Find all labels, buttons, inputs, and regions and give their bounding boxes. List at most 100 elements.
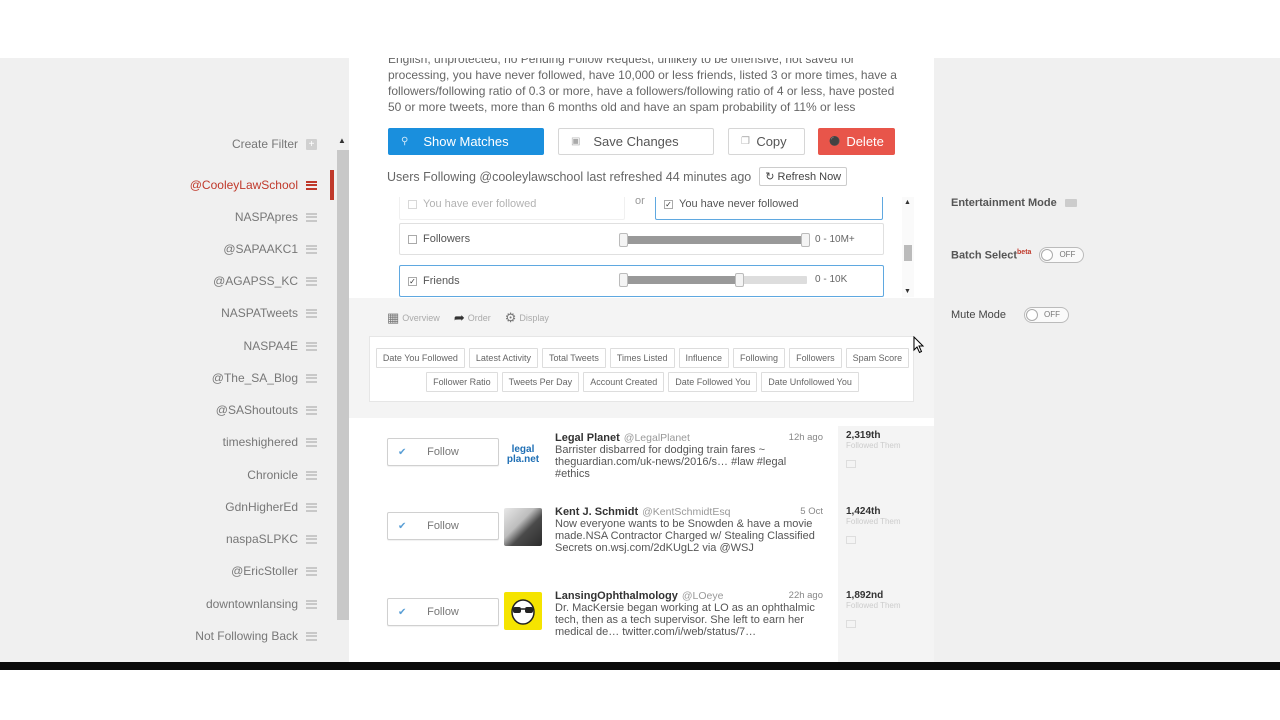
sort-account-created-button[interactable]: Account Created: [583, 372, 665, 392]
user-name[interactable]: Kent J. Schmidt: [555, 506, 638, 518]
follow-button[interactable]: ✔ Follow: [387, 598, 499, 626]
followers-slider[interactable]: [619, 233, 810, 247]
checkbox[interactable]: [408, 234, 417, 244]
sort-times-listed-button[interactable]: Times Listed: [609, 348, 675, 368]
slider-max-handle[interactable]: [801, 233, 810, 247]
menu-icon: [306, 502, 317, 512]
save-icon: ▣: [571, 136, 581, 147]
friends-slider[interactable]: [619, 273, 807, 287]
tab-overview[interactable]: ▦ Overview: [387, 310, 440, 326]
refresh-now-button[interactable]: ↻ Refresh Now: [759, 167, 848, 186]
user-handle[interactable]: @LegalPlanet: [624, 432, 690, 444]
sidebar-item-chronicle[interactable]: Chronicle: [247, 464, 317, 486]
sidebar-item-ericstoller[interactable]: @EricStoller: [231, 560, 317, 582]
sort-followers-button[interactable]: Followers: [789, 348, 842, 368]
filter-never-followed[interactable]: ✓ You have never followed: [655, 197, 883, 220]
tweet-text: Now everyone wants to be Snowden & have …: [555, 518, 815, 554]
sort-latest-activity-button[interactable]: Latest Activity: [468, 348, 538, 368]
tweet-text: Barrister disbarred for dodging train fa…: [555, 444, 787, 480]
sort-spam-score-button[interactable]: Spam Score: [845, 348, 910, 368]
sidebar-item-label: naspaSLPKC: [225, 532, 298, 546]
avatar[interactable]: [504, 592, 542, 630]
follow-button[interactable]: ✔ Follow: [387, 438, 499, 466]
delete-button[interactable]: ⚫ Delete: [818, 128, 895, 155]
sidebar-item-label: Chronicle: [247, 468, 298, 482]
menu-icon: [306, 437, 317, 447]
mouse-cursor-icon: [913, 336, 925, 354]
refresh-status: Users Following @cooleylawschool last re…: [387, 167, 848, 186]
tweet: Legal Planet @LegalPlanet 12h ago Barris…: [555, 432, 823, 480]
image-icon: [846, 460, 856, 468]
menu-icon: [306, 180, 317, 190]
user-name[interactable]: LansingOphthalmology: [555, 590, 678, 602]
sidebar-item-label: NASPApres: [234, 210, 298, 224]
list-item: ✔ Follow Kent J. Schmidt @KentSchmidtEsq…: [349, 502, 934, 586]
sidebar-item-not-following-back[interactable]: Not Following Back: [195, 625, 317, 647]
slider-min-handle[interactable]: [619, 273, 628, 287]
sidebar-item-gdnhighered[interactable]: GdnHigherEd: [225, 496, 317, 518]
sidebar-item-timeshighered[interactable]: timeshighered: [223, 431, 317, 453]
sidebar-scroll-up-icon[interactable]: ▲: [338, 136, 346, 145]
user-handle[interactable]: @LOeye: [682, 590, 724, 602]
filter-ever-followed[interactable]: You have ever followed: [399, 197, 625, 220]
options-panel: Entertainment Mode Batch Selectbeta OFF …: [934, 58, 1280, 662]
sidebar-item-naspapres[interactable]: NASPApres: [235, 206, 317, 228]
friends-range: 0 - 10K: [815, 274, 848, 285]
avatar[interactable]: legal pla.net: [504, 436, 542, 474]
copy-button[interactable]: ❐ Copy: [728, 128, 805, 155]
filter-scrollbar[interactable]: ▲ ▼: [902, 197, 914, 297]
tab-label: Order: [467, 313, 491, 323]
tab-order[interactable]: ➦ Order: [454, 310, 491, 326]
sort-follower-ratio-button[interactable]: Follower Ratio: [426, 372, 498, 392]
sidebar-item-the-sa-blog[interactable]: @The_SA_Blog: [212, 367, 317, 389]
user-handle[interactable]: @KentSchmidtEsq: [642, 506, 730, 518]
sidebar-item-naspatweets[interactable]: NASPATweets: [221, 302, 317, 324]
checkbox-checked[interactable]: ✓: [664, 199, 673, 209]
filter-label: Friends: [423, 275, 460, 287]
avatar[interactable]: [504, 508, 542, 546]
scroll-down-icon[interactable]: ▼: [904, 288, 911, 295]
filter-followers[interactable]: Followers 0 - 10M+: [399, 223, 884, 255]
sidebar-item-naspaslpkc[interactable]: naspaSLPKC: [226, 528, 317, 550]
batch-select-toggle[interactable]: OFF: [1039, 247, 1085, 263]
sort-following-button[interactable]: Following: [733, 348, 786, 368]
user-name[interactable]: Legal Planet: [555, 432, 620, 444]
sidebar-item-naspa4e[interactable]: NASPA4E: [244, 335, 317, 357]
sidebar-item-label: timeshighered: [222, 435, 298, 449]
show-matches-label: Show Matches: [423, 134, 509, 149]
order-icon: ➦: [453, 310, 465, 325]
filter-friends[interactable]: ✓ Friends 0 - 10K: [399, 265, 884, 297]
checkbox[interactable]: [408, 199, 417, 209]
video-icon[interactable]: [1064, 199, 1077, 207]
sidebar-item-agapss-kc[interactable]: @AGAPSS_KC: [213, 270, 317, 292]
slider-min-handle[interactable]: [619, 233, 628, 247]
sidebar-item-sapaakc1[interactable]: @SAPAAKC1: [223, 238, 317, 260]
sort-date-you-followed-button[interactable]: Date You Followed: [375, 348, 465, 368]
follow-button[interactable]: ✔ Follow: [387, 512, 499, 540]
sidebar-item-cooleylawschool[interactable]: @CooleyLawSchool: [190, 174, 317, 196]
save-changes-label: Save Changes: [593, 134, 679, 149]
toggle-state: OFF: [1059, 250, 1076, 259]
checkbox-checked[interactable]: ✓: [408, 276, 417, 286]
check-icon: ✔: [398, 606, 407, 618]
tab-display[interactable]: ⚙ Display: [505, 310, 549, 326]
sort-date-followed-you-button[interactable]: Date Followed You: [668, 372, 758, 392]
sort-tweets-per-day-button[interactable]: Tweets Per Day: [501, 372, 580, 392]
show-matches-button[interactable]: ⚲ Show Matches: [388, 128, 544, 155]
scroll-thumb[interactable]: [904, 245, 912, 261]
scroll-up-icon[interactable]: ▲: [904, 199, 911, 206]
sort-total-tweets-button[interactable]: Total Tweets: [541, 348, 606, 368]
sort-date-unfollowed-you-button[interactable]: Date Unfollowed You: [761, 372, 859, 392]
slider-max-handle[interactable]: [735, 273, 744, 287]
image-icon: [846, 536, 856, 544]
sort-influence-button[interactable]: Influence: [678, 348, 730, 368]
save-changes-button[interactable]: ▣ Save Changes: [558, 128, 714, 155]
mute-mode-toggle[interactable]: OFF: [1024, 307, 1070, 323]
mute-mode-row: Mute Mode OFF: [951, 307, 1070, 323]
sidebar-scrollbar[interactable]: [337, 150, 349, 620]
sidebar-item-downtownlansing[interactable]: downtownlansing: [206, 593, 317, 615]
app-frame: ▲ Create Filter + @CooleyLawSchool NASPA…: [0, 58, 1280, 662]
sidebar-item-sashoutouts[interactable]: @SAShoutouts: [216, 399, 317, 421]
refresh-status-text: Users Following @cooleylawschool last re…: [387, 169, 752, 184]
create-filter-button[interactable]: Create Filter +: [232, 133, 317, 155]
